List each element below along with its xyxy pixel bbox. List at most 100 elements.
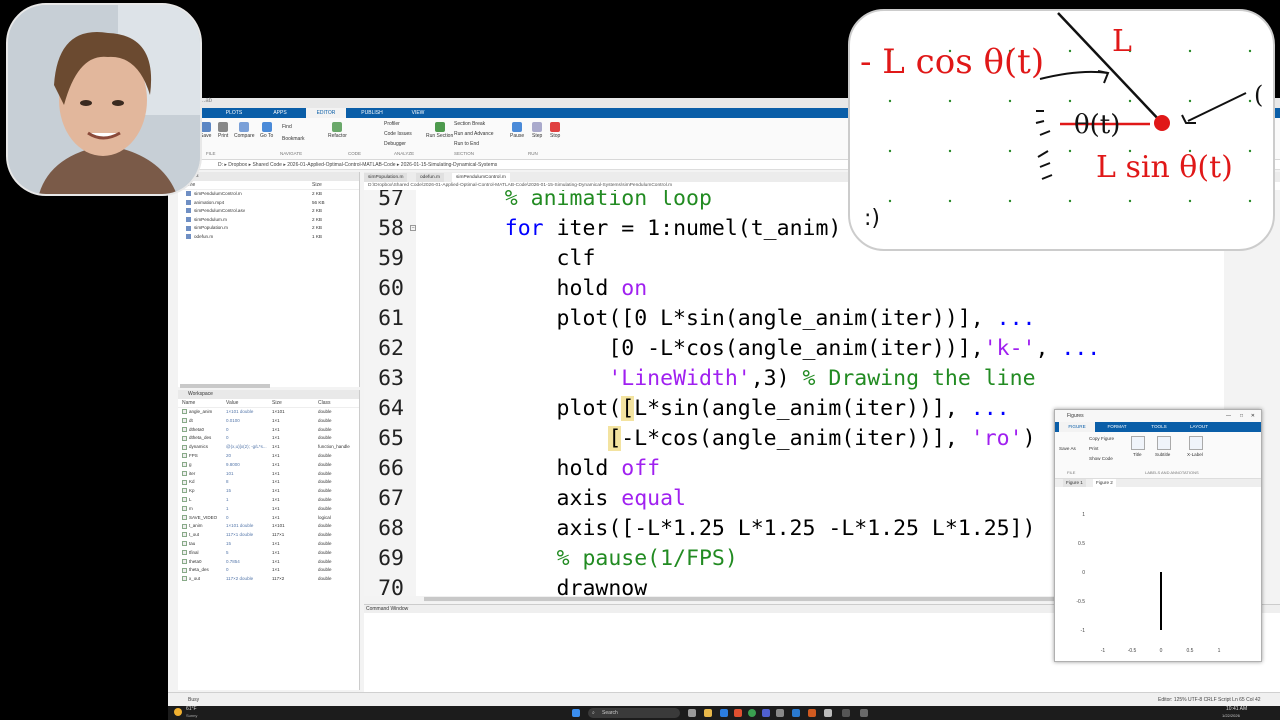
fig-tab-format[interactable]: FORMAT <box>1099 422 1135 432</box>
file-row[interactable]: simPendulum.m 2 KB <box>178 216 359 225</box>
code-issues-button[interactable]: Code Issues <box>384 131 412 137</box>
variable-icon <box>182 532 187 538</box>
fig-copy-figure-button[interactable]: Copy Figure <box>1089 436 1114 441</box>
figure-axes[interactable]: 1 0.5 0 -0.5 -1 -1 -0.5 0 0.5 1 <box>1055 488 1261 662</box>
bookmark-button[interactable]: Bookmark <box>282 136 305 142</box>
windows-start-icon[interactable] <box>572 709 580 717</box>
search-icon: ⌕ <box>592 710 595 716</box>
find-button[interactable]: Find <box>282 124 292 130</box>
task-view-icon[interactable] <box>688 709 696 717</box>
workspace-row[interactable]: dynamics @(x,u)[x(2); -g/L*s... 1×1 functio… <box>178 443 359 452</box>
file-row[interactable]: simPopulation.m 2 KB <box>178 224 359 233</box>
matlab-icon[interactable] <box>808 709 816 717</box>
workspace-row[interactable]: iter 101 1×1 double <box>178 470 359 479</box>
ws-col-class[interactable]: Class <box>318 399 331 408</box>
fold-toggle-icon[interactable]: − <box>410 225 416 231</box>
workspace-row[interactable]: tfinal 5 1×1 double <box>178 549 359 558</box>
code-line[interactable]: 62 [0 -L*cos(angle_anim(iter))],'k-', ..… <box>364 334 1224 364</box>
code-token: axis <box>453 486 622 511</box>
tab-editor[interactable]: EDITOR <box>306 108 346 118</box>
file-row[interactable]: simPendulumControl.asv 2 KB <box>178 207 359 216</box>
fig-title-button[interactable]: Title <box>1133 452 1142 457</box>
editor-tab[interactable]: odefun.m <box>416 173 445 182</box>
ws-col-value[interactable]: Value <box>226 399 238 408</box>
workspace-row[interactable]: theta0 0.7854 1×1 double <box>178 558 359 567</box>
fig-tab-tools[interactable]: TOOLS <box>1141 422 1177 432</box>
workspace-row[interactable]: L 1 1×1 double <box>178 496 359 505</box>
workspace-row[interactable]: dtheta0 0 1×1 double <box>178 426 359 435</box>
fig-tab-layout[interactable]: LAYOUT <box>1181 422 1217 432</box>
edge-icon[interactable] <box>720 709 728 717</box>
var-size: 1×1 <box>272 549 280 555</box>
workspace-row[interactable]: m 1 1×1 double <box>178 505 359 514</box>
fig-print-button[interactable]: Print <box>1089 446 1098 451</box>
workspace-row[interactable]: dt 0.0100 1×1 double <box>178 417 359 426</box>
figure-2-tab[interactable]: Figure 2 <box>1093 479 1116 487</box>
section-break-button[interactable]: Section Break <box>454 121 485 127</box>
compare-button[interactable]: Compare <box>234 122 255 139</box>
stop-button[interactable]: Stop <box>550 122 560 139</box>
files-col-size[interactable]: Size <box>312 181 322 190</box>
workspace-row[interactable]: FPS 20 1×1 double <box>178 452 359 461</box>
tab-apps[interactable]: APPS <box>260 108 300 118</box>
maximize-icon[interactable]: □ <box>1240 410 1243 422</box>
workspace-row[interactable]: tau 15 1×1 double <box>178 540 359 549</box>
workspace-row[interactable]: theta_des 0 1×1 double <box>178 566 359 575</box>
files-scrollbar[interactable] <box>180 384 270 388</box>
print-button[interactable]: Print <box>218 122 228 139</box>
chrome-icon[interactable] <box>748 709 756 717</box>
ws-col-name[interactable]: Name <box>182 399 195 408</box>
fig-show-code-checkbox[interactable]: Show Code <box>1089 456 1113 461</box>
app-icon[interactable] <box>824 709 832 717</box>
fig-save-as-button[interactable]: Save As <box>1059 446 1076 451</box>
run-advance-button[interactable]: Run and Advance <box>454 131 493 137</box>
app-icon[interactable] <box>776 709 784 717</box>
file-explorer-icon[interactable] <box>704 709 712 717</box>
minimize-icon[interactable]: — <box>1226 410 1231 422</box>
code-line[interactable]: 60 hold on <box>364 274 1224 304</box>
workspace-row[interactable]: t_out 117×1 double 117×1 double <box>178 531 359 540</box>
tab-view[interactable]: VIEW <box>398 108 438 118</box>
workspace-row[interactable]: g 9.8000 1×1 double <box>178 461 359 470</box>
fig-tab-figure[interactable]: FIGURE <box>1059 422 1095 432</box>
weather-temp[interactable]: 61°F <box>186 706 197 712</box>
clock-time[interactable]: 10:41 AM <box>1226 706 1247 712</box>
code-line[interactable]: 61 plot([0 L*sin(angle_anim(iter))], ... <box>364 304 1224 334</box>
tab-publish[interactable]: PUBLISH <box>352 108 392 118</box>
workspace-row[interactable]: t_anim 1×101 double 1×101 double <box>178 522 359 531</box>
workspace-row[interactable]: Kp 15 1×1 double <box>178 487 359 496</box>
run-to-end-button[interactable]: Run to End <box>454 141 479 147</box>
refactor-button[interactable]: Refactor <box>328 122 347 139</box>
file-row[interactable]: animation.mp4 56 KB <box>178 199 359 208</box>
app-icon[interactable] <box>860 709 868 717</box>
app-icon[interactable] <box>842 709 850 717</box>
workspace-row[interactable]: Kd 8 1×1 double <box>178 478 359 487</box>
app-icon[interactable] <box>734 709 742 717</box>
editor-tab-active[interactable]: simPendulumControl.m <box>452 173 510 182</box>
editor-tab[interactable]: simPopulation.m <box>364 173 408 182</box>
profiler-button[interactable]: Profiler <box>384 121 400 127</box>
debugger-button[interactable]: Debugger <box>384 141 406 147</box>
figure-1-tab[interactable]: Figure 1 <box>1063 479 1086 487</box>
editor-hscroll-thumb[interactable] <box>424 597 1054 601</box>
fig-xlabel-button[interactable]: X-Label <box>1187 452 1203 457</box>
taskbar-search[interactable]: ⌕ Search <box>588 708 680 718</box>
file-row[interactable]: odefun.m 1 KB <box>178 233 359 242</box>
app-icon[interactable] <box>762 709 770 717</box>
vscode-icon[interactable] <box>792 709 800 717</box>
goto-button[interactable]: Go To <box>260 122 273 139</box>
run-section-button[interactable]: Run Section <box>426 122 453 139</box>
tab-plots[interactable]: PLOTS <box>214 108 254 118</box>
pause-button[interactable]: Pause <box>510 122 524 139</box>
code-line[interactable]: 63 'LineWidth',3) % Drawing the line <box>364 364 1224 394</box>
workspace-row[interactable]: angle_anim 1×101 double 1×101 double <box>178 408 359 417</box>
workspace-row[interactable]: dtheta_des 0 1×1 double <box>178 434 359 443</box>
close-icon[interactable]: ✕ <box>1251 410 1255 422</box>
file-row[interactable]: simPendulumControl.m 2 KB <box>178 190 359 199</box>
ws-col-size[interactable]: Size <box>272 399 282 408</box>
step-button[interactable]: Step <box>532 122 542 139</box>
workspace-row[interactable]: SAVE_VIDEO 0 1×1 logical <box>178 514 359 523</box>
group-code: CODE <box>348 151 362 156</box>
workspace-row[interactable]: x_out 117×2 double 117×2 double <box>178 575 359 584</box>
fig-subtitle-button[interactable]: Subtitle <box>1155 452 1170 457</box>
